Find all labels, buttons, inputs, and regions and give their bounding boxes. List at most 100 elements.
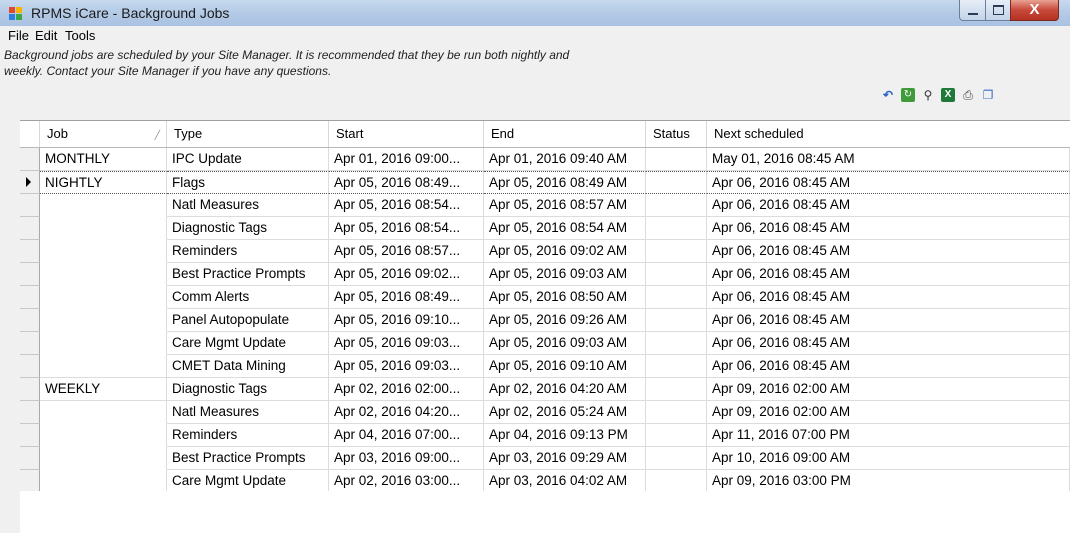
row-header-corner[interactable] (20, 121, 40, 147)
cell-job[interactable] (40, 470, 167, 493)
table-row[interactable]: WEEKLY Diagnostic Tags Apr 02, 2016 02:00.… (20, 378, 1070, 401)
row-header[interactable] (20, 378, 40, 401)
cell-next-scheduled[interactable]: Apr 06, 2016 08:45 AM (707, 332, 1070, 355)
cell-start[interactable]: Apr 05, 2016 09:03... (329, 332, 484, 355)
cell-next-scheduled[interactable]: Apr 09, 2016 03:00 PM (707, 470, 1070, 493)
cell-start[interactable]: Apr 01, 2016 09:00... (329, 148, 484, 171)
cell-end[interactable]: Apr 03, 2016 09:29 AM (484, 447, 646, 470)
cell-job[interactable] (40, 424, 167, 447)
cell-status[interactable] (646, 332, 707, 355)
row-header[interactable] (20, 240, 40, 263)
cell-status[interactable] (646, 171, 707, 194)
undo-icon[interactable]: ↶ (881, 88, 895, 102)
maximize-button[interactable] (985, 0, 1012, 21)
cell-next-scheduled[interactable]: Apr 06, 2016 08:45 AM (707, 355, 1070, 378)
cell-end[interactable]: Apr 05, 2016 09:03 AM (484, 332, 646, 355)
cell-end[interactable]: Apr 05, 2016 09:02 AM (484, 240, 646, 263)
cell-start[interactable]: Apr 05, 2016 09:03... (329, 355, 484, 378)
cell-type[interactable]: IPC Update (167, 148, 329, 171)
table-row[interactable]: Reminders Apr 04, 2016 07:00... Apr 04, 20… (20, 424, 1070, 447)
cell-start[interactable]: Apr 05, 2016 09:02... (329, 263, 484, 286)
row-header[interactable] (20, 263, 40, 286)
table-row[interactable]: Care Mgmt Update Apr 05, 2016 09:03... Apr… (20, 332, 1070, 355)
table-row[interactable]: Diagnostic Tags Apr 05, 2016 08:54... Apr … (20, 217, 1070, 240)
cell-job[interactable] (40, 332, 167, 355)
cell-next-scheduled[interactable]: Apr 06, 2016 08:45 AM (707, 286, 1070, 309)
cell-type[interactable]: Care Mgmt Update (167, 332, 329, 355)
cell-status[interactable] (646, 286, 707, 309)
cell-next-scheduled[interactable]: Apr 06, 2016 08:45 AM (707, 309, 1070, 332)
cell-start[interactable]: Apr 05, 2016 08:54... (329, 217, 484, 240)
cell-next-scheduled[interactable]: Apr 06, 2016 08:45 AM (707, 240, 1070, 263)
row-header[interactable] (20, 424, 40, 447)
cell-start[interactable]: Apr 02, 2016 04:20... (329, 401, 484, 424)
cell-next-scheduled[interactable]: Apr 06, 2016 08:45 AM (707, 263, 1070, 286)
close-button[interactable]: X (1010, 0, 1059, 21)
column-header-next-scheduled[interactable]: Next scheduled (707, 121, 1070, 147)
cell-end[interactable]: Apr 01, 2016 09:40 AM (484, 148, 646, 171)
menu-tools[interactable]: Tools (65, 28, 95, 43)
cell-job[interactable] (40, 217, 167, 240)
excel-export-icon[interactable]: X (941, 88, 955, 102)
row-header[interactable] (20, 286, 40, 309)
row-header[interactable] (20, 401, 40, 424)
cell-end[interactable]: Apr 04, 2016 09:13 PM (484, 424, 646, 447)
cell-next-scheduled[interactable]: May 01, 2016 08:45 AM (707, 148, 1070, 171)
row-header[interactable] (20, 309, 40, 332)
cell-job[interactable] (40, 355, 167, 378)
column-header-end[interactable]: End (484, 121, 646, 147)
copy-icon[interactable]: ❐ (981, 88, 995, 102)
table-row[interactable]: Best Practice Prompts Apr 05, 2016 09:02.… (20, 263, 1070, 286)
cell-job[interactable]: MONTHLY (40, 148, 167, 171)
cell-next-scheduled[interactable]: Apr 09, 2016 02:00 AM (707, 401, 1070, 424)
cell-job[interactable] (40, 263, 167, 286)
cell-job[interactable] (40, 401, 167, 424)
cell-type[interactable]: Diagnostic Tags (167, 378, 329, 401)
cell-next-scheduled[interactable]: Apr 06, 2016 08:45 AM (707, 217, 1070, 240)
cell-end[interactable]: Apr 03, 2016 04:02 AM (484, 470, 646, 493)
cell-start[interactable]: Apr 05, 2016 08:57... (329, 240, 484, 263)
refresh-icon[interactable]: ↻ (901, 88, 915, 102)
row-header[interactable] (20, 148, 40, 171)
cell-type[interactable]: Natl Measures (167, 401, 329, 424)
row-header[interactable] (20, 217, 40, 240)
cell-next-scheduled[interactable]: Apr 06, 2016 08:45 AM (707, 171, 1070, 194)
cell-status[interactable] (646, 401, 707, 424)
cell-start[interactable]: Apr 03, 2016 09:00... (329, 447, 484, 470)
table-row[interactable]: CMET Data Mining Apr 05, 2016 09:03... Apr… (20, 355, 1070, 378)
cell-start[interactable]: Apr 02, 2016 02:00... (329, 378, 484, 401)
cell-status[interactable] (646, 309, 707, 332)
cell-end[interactable]: Apr 02, 2016 04:20 AM (484, 378, 646, 401)
cell-type[interactable]: Best Practice Prompts (167, 263, 329, 286)
cell-start[interactable]: Apr 04, 2016 07:00... (329, 424, 484, 447)
table-row[interactable]: Care Mgmt Update Apr 02, 2016 03:00... Apr… (20, 470, 1070, 493)
cell-type[interactable]: Panel Autopopulate (167, 309, 329, 332)
cell-status[interactable] (646, 470, 707, 493)
table-row[interactable]: Reminders Apr 05, 2016 08:57... Apr 05, 20… (20, 240, 1070, 263)
table-row[interactable]: Natl Measures Apr 05, 2016 08:54... Apr 05… (20, 194, 1070, 217)
cell-next-scheduled[interactable]: Apr 06, 2016 08:45 AM (707, 194, 1070, 217)
cell-end[interactable]: Apr 05, 2016 09:26 AM (484, 309, 646, 332)
column-header-status[interactable]: Status (646, 121, 707, 147)
cell-end[interactable]: Apr 05, 2016 08:54 AM (484, 217, 646, 240)
print-icon[interactable]: ⎙ (961, 88, 975, 102)
cell-status[interactable] (646, 148, 707, 171)
cell-next-scheduled[interactable]: Apr 10, 2016 09:00 AM (707, 447, 1070, 470)
cell-job[interactable] (40, 286, 167, 309)
cell-type[interactable]: Natl Measures (167, 194, 329, 217)
column-header-type[interactable]: Type (167, 121, 329, 147)
cell-end[interactable]: Apr 02, 2016 05:24 AM (484, 401, 646, 424)
table-row[interactable]: Panel Autopopulate Apr 05, 2016 09:10... A… (20, 309, 1070, 332)
cell-status[interactable] (646, 355, 707, 378)
row-header[interactable] (20, 355, 40, 378)
cell-status[interactable] (646, 378, 707, 401)
cell-job[interactable] (40, 309, 167, 332)
cell-type[interactable]: Reminders (167, 424, 329, 447)
cell-next-scheduled[interactable]: Apr 09, 2016 02:00 AM (707, 378, 1070, 401)
table-row[interactable]: MONTHLY IPC Update Apr 01, 2016 09:00... Ap… (20, 148, 1070, 171)
row-header[interactable] (20, 470, 40, 493)
cell-status[interactable] (646, 447, 707, 470)
cell-start[interactable]: Apr 05, 2016 09:10... (329, 309, 484, 332)
cell-next-scheduled[interactable]: Apr 11, 2016 07:00 PM (707, 424, 1070, 447)
cell-start[interactable]: Apr 02, 2016 03:00... (329, 470, 484, 493)
